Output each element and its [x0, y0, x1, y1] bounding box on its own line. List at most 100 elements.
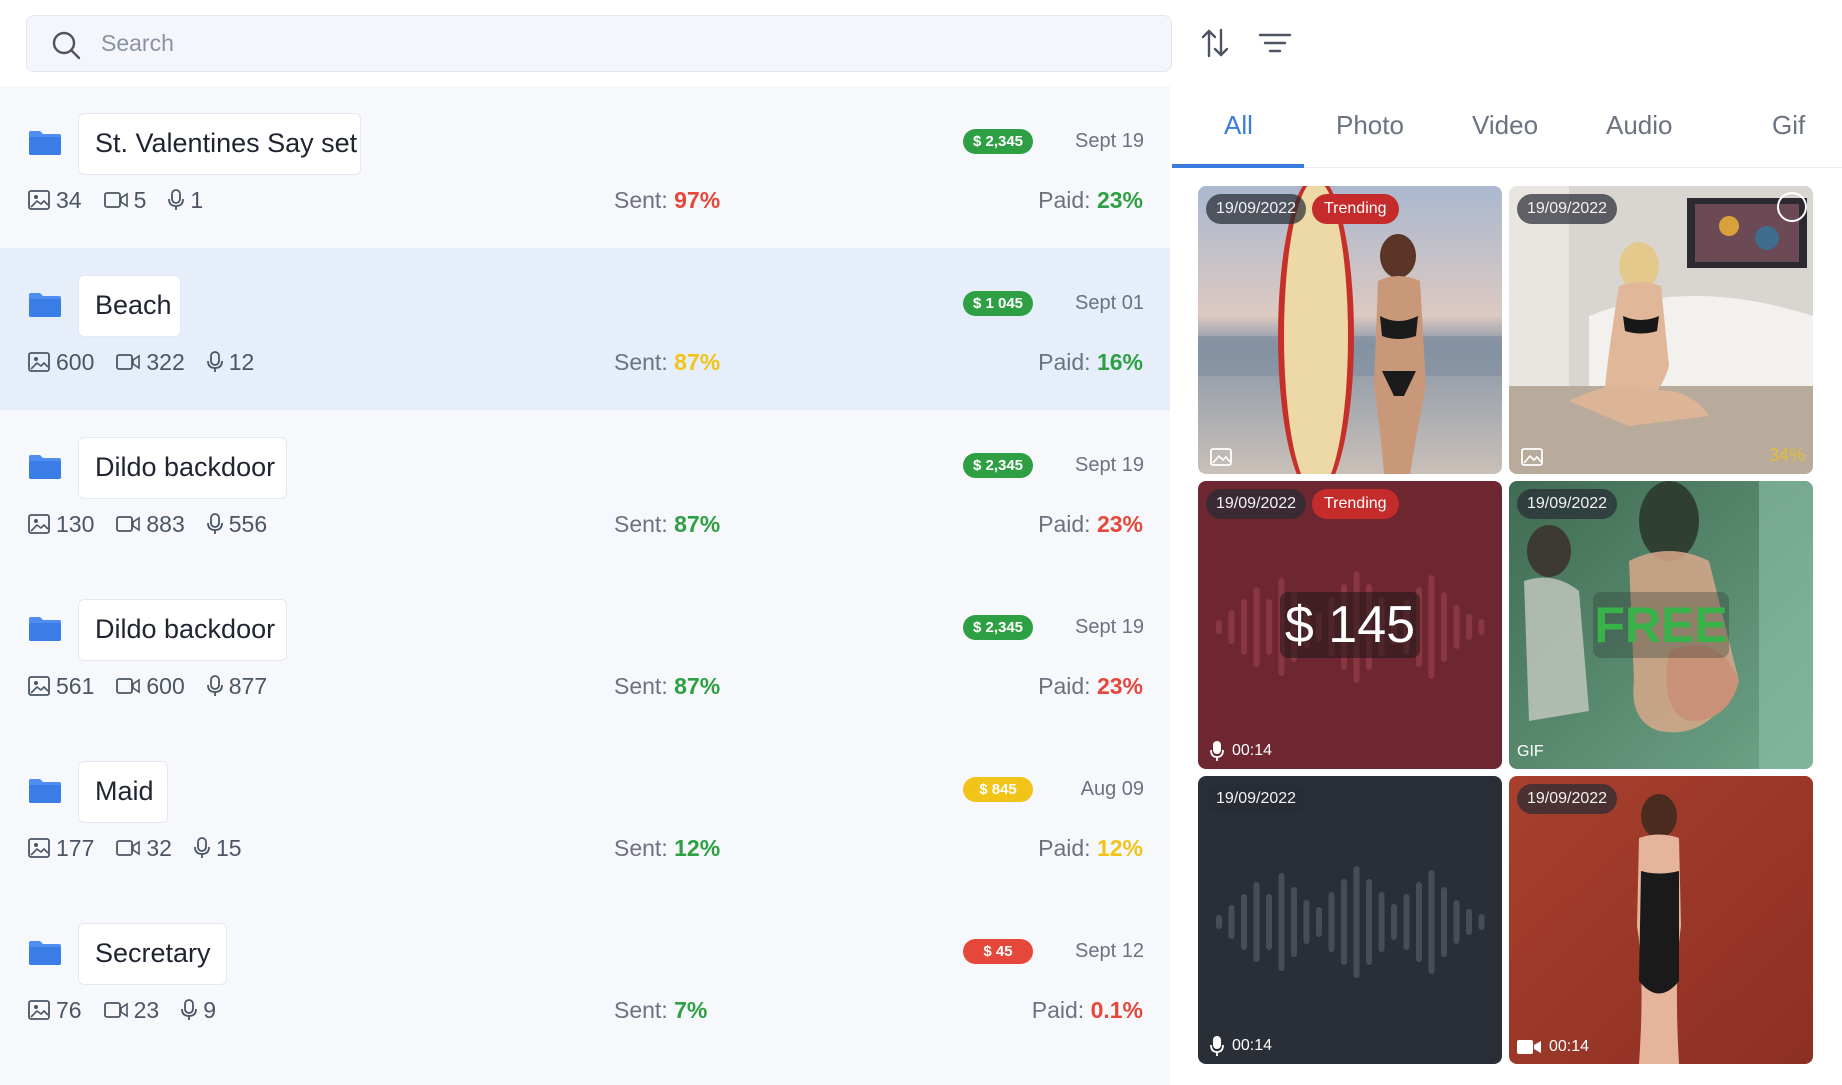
search-bar[interactable] [26, 15, 1172, 72]
photo-count: 561 [28, 673, 94, 700]
media-price: $ 145 [1280, 592, 1420, 658]
audio-count: 12 [206, 349, 254, 376]
folder-row[interactable]: Beach $ 1 045 Sept 01 600 322 12 Sent: 8… [0, 248, 1170, 410]
media-tile-photo[interactable]: 19/09/2022 Trending [1198, 186, 1502, 474]
photo-icon [28, 1000, 50, 1020]
waveform-bar [1278, 873, 1285, 971]
price-badge: $ 2,345 [963, 453, 1033, 478]
video-count: 883 [116, 511, 185, 538]
sort-arrows-icon[interactable] [1198, 26, 1232, 60]
video-count: 23 [103, 997, 159, 1024]
waveform-bar [1466, 614, 1472, 640]
folder-date: Aug 09 [1080, 778, 1144, 800]
paid-stat: Paid: 12% [1038, 835, 1143, 861]
sent-percent: 87% [674, 673, 721, 699]
tab-video[interactable]: Video [1472, 110, 1538, 141]
tab-all[interactable]: All [1224, 110, 1253, 141]
folder-name[interactable]: Secretary [78, 923, 227, 985]
video-camera-icon [116, 678, 141, 694]
search-input[interactable] [101, 24, 1141, 62]
folder-stats: 177 32 15 [28, 833, 264, 863]
folder-icon [29, 131, 61, 155]
waveform-bar [1391, 904, 1397, 940]
folder-row[interactable]: Dildo backdoor $ 2,345 Sept 19 561 600 8… [0, 572, 1170, 734]
video-count: 322 [116, 349, 185, 376]
sent-stat: Sent: 87% [614, 349, 721, 375]
price-badge: $ 845 [963, 777, 1033, 802]
microphone-icon [206, 351, 223, 372]
folder-stats: 76 23 9 [28, 995, 238, 1025]
beach-photo-thumbnail [1198, 186, 1502, 474]
sent-percent: 97% [674, 187, 721, 213]
waveform-bar [1216, 620, 1222, 634]
media-tile-audio[interactable]: 19/09/2022 00:14 [1198, 776, 1502, 1064]
folder-name[interactable]: Dildo backdoor [78, 599, 287, 661]
video-count: 600 [116, 673, 185, 700]
media-date: 19/09/2022 [1206, 194, 1307, 224]
folder-row[interactable]: Maid $ 845 Aug 09 177 32 15 Sent: 12% Pa… [0, 734, 1170, 896]
waveform-bar [1341, 879, 1347, 965]
waveform-bar [1366, 879, 1372, 965]
media-type [1521, 448, 1551, 466]
waveform-bar [1478, 914, 1485, 930]
folder-name[interactable]: Beach [78, 275, 181, 337]
progress-percent: 34% [1768, 445, 1805, 465]
photo-icon [28, 190, 50, 210]
gif-label: GIF [1517, 743, 1544, 760]
waveform-bar [1453, 605, 1460, 649]
folder-row[interactable]: St. Valentines Say set $ 2,345 Sept 19 3… [0, 86, 1170, 248]
waveform-bar [1253, 587, 1260, 667]
media-duration: 00:14 [1232, 1037, 1273, 1054]
price-badge: $ 2,345 [963, 129, 1033, 154]
waveform-bar [1378, 892, 1385, 952]
folder-icon [29, 293, 61, 317]
waveform-bar [1478, 619, 1485, 635]
microphone-icon [206, 513, 223, 534]
folder-stats: 600 322 12 [28, 347, 276, 377]
select-checkbox[interactable] [1777, 192, 1807, 222]
audio-count: 15 [194, 835, 242, 862]
folder-row[interactable]: Dildo backdoor $ 2,345 Sept 19 130 883 5… [0, 410, 1170, 572]
price-badge: $ 45 [963, 939, 1033, 964]
folder-name[interactable]: Maid [78, 761, 168, 823]
paid-percent: 12% [1096, 835, 1143, 861]
waveform-bar [1416, 882, 1422, 962]
search-icon [52, 31, 81, 60]
sent-percent: 7% [674, 997, 708, 1023]
folder-name[interactable]: St. Valentines Say set [78, 113, 361, 175]
media-tile-gif[interactable]: 19/09/2022 FREE GIF [1509, 481, 1813, 769]
waveform-bar [1441, 592, 1447, 662]
media-type-tabs: All Photo Video Audio Gif [1172, 86, 1842, 168]
sent-stat: Sent: 87% [614, 511, 721, 537]
sent-stat: Sent: 7% [614, 997, 708, 1023]
audio-count: 1 [168, 187, 203, 214]
folder-icon [29, 455, 61, 479]
media-tile-photo[interactable]: 19/09/2022 34% [1509, 186, 1813, 474]
tab-gif[interactable]: Gif [1772, 110, 1805, 141]
tab-audio[interactable]: Audio [1606, 110, 1673, 141]
folder-icon [29, 779, 61, 803]
media-duration-row: 00:14 [1517, 1038, 1589, 1056]
filter-lines-icon[interactable] [1258, 26, 1292, 60]
media-date: 19/09/2022 [1206, 784, 1307, 814]
waveform-bar [1228, 905, 1235, 939]
folder-date: Sept 19 [1075, 130, 1144, 152]
waveform-bar [1216, 915, 1222, 929]
folder-icon [29, 617, 61, 641]
price-badge: $ 1 045 [963, 291, 1033, 316]
media-tile-video[interactable]: 19/09/2022 00:14 [1509, 776, 1813, 1064]
folder-icon [29, 941, 61, 965]
waveform-bar [1403, 894, 1410, 950]
video-camera-icon [116, 354, 141, 370]
folder-name[interactable]: Dildo backdoor [78, 437, 287, 499]
photo-icon [28, 352, 50, 372]
media-tile-audio[interactable]: 19/09/2022 Trending $ 145 00:14 [1198, 481, 1502, 769]
paid-percent: 23% [1096, 187, 1143, 213]
folder-date: Sept 19 [1075, 454, 1144, 476]
audio-count: 9 [181, 997, 216, 1024]
tab-photo[interactable]: Photo [1336, 110, 1404, 141]
microphone-icon [168, 189, 185, 210]
microphone-icon [194, 837, 210, 858]
folder-row[interactable]: Secretary $ 45 Sept 12 76 23 9 Sent: 7% … [0, 896, 1170, 1058]
paid-stat: Paid: 23% [1038, 511, 1143, 537]
